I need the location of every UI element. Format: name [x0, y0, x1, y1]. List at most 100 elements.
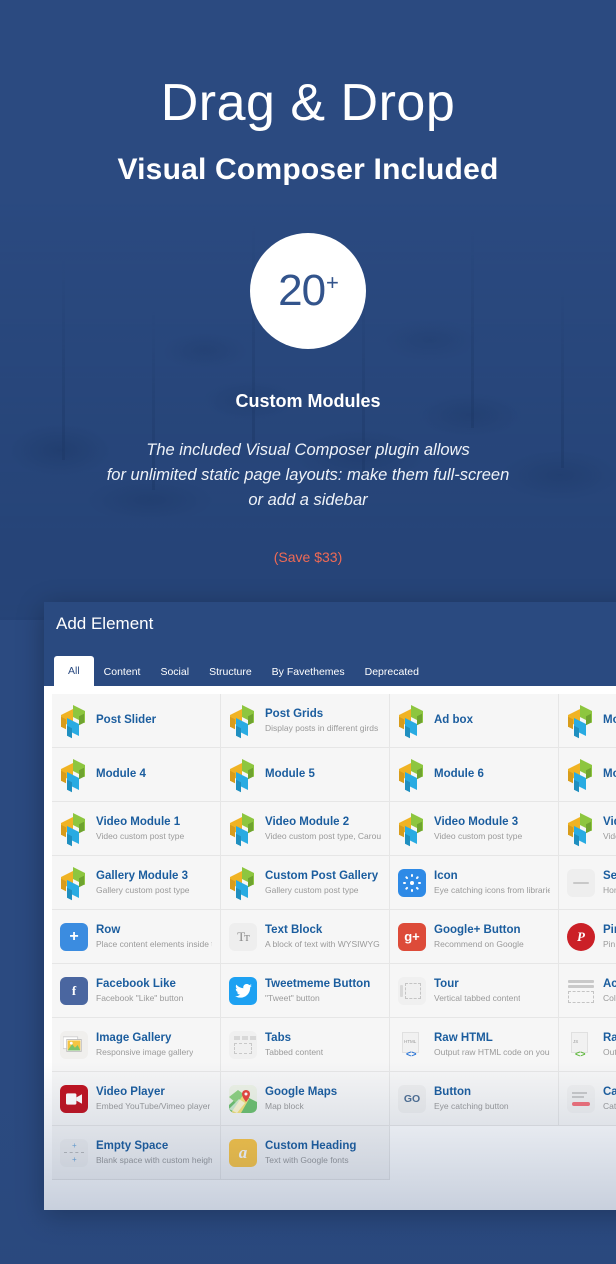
element-item-name: Separator [603, 869, 616, 882]
element-item[interactable]: Tabs Tabbed content [221, 1018, 390, 1072]
element-item[interactable]: Video Player Embed YouTube/Vimeo player [52, 1072, 221, 1126]
facebook-icon: f [60, 976, 88, 1005]
favethemes-cube-icon [567, 812, 595, 846]
tab-structure[interactable]: Structure [199, 659, 262, 686]
element-item-name: Custom Post Gallery [265, 869, 379, 882]
element-item[interactable]: Image Gallery Responsive image gallery [52, 1018, 221, 1072]
badge-plus-sign: + [326, 269, 339, 295]
element-item-name: Video Module 2 [265, 815, 350, 828]
google-maps-icon [229, 1084, 257, 1113]
element-item-name: Image Gallery [96, 1031, 172, 1044]
element-item-description: Tabbed content [265, 1047, 324, 1058]
element-item-description: Vertical tabbed content [434, 993, 521, 1004]
favethemes-cube-icon [398, 812, 426, 846]
sun-icon [398, 868, 426, 897]
element-item[interactable]: + + Empty Space Blank space with custom hei… [52, 1126, 221, 1180]
raw-html-icon: HTML <> [398, 1031, 426, 1059]
element-item[interactable]: Icon Eye catching icons from libraries [390, 856, 559, 910]
element-item[interactable]: Module 4 [52, 748, 221, 802]
element-item-description: Blank space with custom height [96, 1155, 212, 1166]
accordion-icon [567, 977, 595, 1005]
element-item[interactable]: Video Module 1 Video custom post type [52, 802, 221, 856]
element-item[interactable]: Video Module 3 Video custom post type [390, 802, 559, 856]
hero-section: Drag & Drop Visual Composer Included 20 +… [0, 0, 616, 565]
element-item[interactable]: Separator Horizontal separator line [559, 856, 616, 910]
element-item[interactable]: + Row Place content elements inside the ro… [52, 910, 221, 964]
element-item-name: Module 5 [265, 767, 315, 780]
element-item[interactable]: Post Slider [52, 694, 221, 748]
element-item-name: Video Module 1 [96, 815, 181, 828]
favethemes-cube-icon [229, 758, 257, 792]
element-item[interactable]: HTML <> Raw HTML Output raw HTML code on yo… [390, 1018, 559, 1072]
element-item-description: Pin it button [603, 939, 616, 950]
element-item[interactable]: f Facebook Like Facebook "Like" button [52, 964, 221, 1018]
hero-description-line-1: The included Visual Composer plugin allo… [146, 440, 470, 459]
element-item[interactable]: Tour Vertical tabbed content [390, 964, 559, 1018]
element-item[interactable]: Module 6 [390, 748, 559, 802]
element-item-name: Pinterest [603, 923, 616, 936]
element-item-name: Facebook Like [96, 977, 176, 990]
tabs-icon [229, 1030, 257, 1059]
element-item-name: Ad box [434, 713, 473, 726]
element-item-name: Module 1 [603, 713, 616, 726]
add-element-title: Add Element [56, 614, 154, 633]
element-item[interactable]: Ad box [390, 694, 559, 748]
element-item-description: Embed YouTube/Vimeo player [96, 1101, 211, 1112]
favethemes-cube-icon [60, 812, 88, 846]
element-item[interactable]: Categories Catalog of categories [559, 1072, 616, 1126]
element-item[interactable]: JS<> Raw JS Output raw JavaScript code [559, 1018, 616, 1072]
element-item-description: Recommend on Google [434, 939, 524, 950]
element-item[interactable]: P Pinterest Pin it button [559, 910, 616, 964]
element-item-description: "Tweet" button [265, 993, 320, 1004]
modules-count-badge-wrapper: 20 + [0, 232, 616, 349]
element-item-name: Text Block [265, 923, 323, 936]
element-item[interactable]: Module 1 [559, 694, 616, 748]
element-item[interactable]: a Custom Heading Text with Google fonts [221, 1126, 390, 1180]
element-item[interactable]: Video Module 4 Video custom post type [559, 802, 616, 856]
element-item[interactable]: g+ Google+ Button Recommend on Google [390, 910, 559, 964]
modules-count-badge: 20 + [250, 232, 366, 349]
add-element-panel-header: Add Element All Content Social Structure By … [44, 602, 616, 686]
tab-content[interactable]: Content [94, 659, 151, 686]
tab-by-favethemes[interactable]: By Favethemes [262, 659, 355, 686]
tab-social[interactable]: Social [150, 659, 199, 686]
add-element-panel: Add Element All Content Social Structure By … [44, 602, 616, 1210]
tab-all[interactable]: All [54, 656, 94, 686]
element-item[interactable]: Custom Post Gallery Gallery custom post t… [221, 856, 390, 910]
element-item[interactable]: Module 7 [559, 748, 616, 802]
hero-description: The included Visual Composer plugin allo… [0, 438, 616, 513]
tab-deprecated[interactable]: Deprecated [355, 659, 429, 686]
favethemes-cube-icon [60, 866, 88, 900]
element-item-description: Responsive image gallery [96, 1047, 194, 1058]
modules-heading: Custom Modules [235, 390, 381, 411]
element-item-name: Module 6 [434, 767, 484, 780]
element-item[interactable]: GO Button Eye catching button [390, 1072, 559, 1126]
element-item[interactable]: Tт Text Block A block of text with WYSIWYG… [221, 910, 390, 964]
element-item-name: Categories [603, 1085, 616, 1098]
favethemes-cube-icon [398, 704, 426, 738]
element-item-name: Accordion [603, 977, 616, 990]
element-item-name: Module 7 [603, 767, 616, 780]
page-subtitle: Visual Composer Included [117, 152, 499, 186]
favethemes-cube-icon [229, 812, 257, 846]
element-item[interactable]: Gallery Module 3 Gallery custom post type [52, 856, 221, 910]
element-item[interactable]: Accordion Collapsible content panels [559, 964, 616, 1018]
element-item-description: Place content elements inside the row [96, 939, 212, 950]
element-item[interactable]: Tweetmeme Button "Tweet" button [221, 964, 390, 1018]
element-item-name: Post Grids [265, 707, 324, 720]
custom-heading-icon: a [229, 1138, 257, 1167]
element-item-name: Button [434, 1085, 472, 1098]
favethemes-cube-icon [567, 758, 595, 792]
element-item-description: Eye catching button [434, 1101, 509, 1112]
element-item[interactable]: Post Grids Display posts in different gir… [221, 694, 390, 748]
element-item[interactable]: Module 5 [221, 748, 390, 802]
element-item-name: Gallery Module 3 [96, 869, 189, 882]
badge-number: 20 [278, 265, 326, 315]
save-note: (Save $33) [273, 548, 343, 565]
element-item[interactable]: Google Maps Map block [221, 1072, 390, 1126]
element-item-name: Google+ Button [434, 923, 521, 936]
element-item[interactable]: Video Module 2 Video custom post type, Ca… [221, 802, 390, 856]
element-item-description: Gallery custom post type [265, 885, 359, 896]
video-player-icon [60, 1084, 88, 1113]
element-grid-filler [559, 1126, 616, 1180]
